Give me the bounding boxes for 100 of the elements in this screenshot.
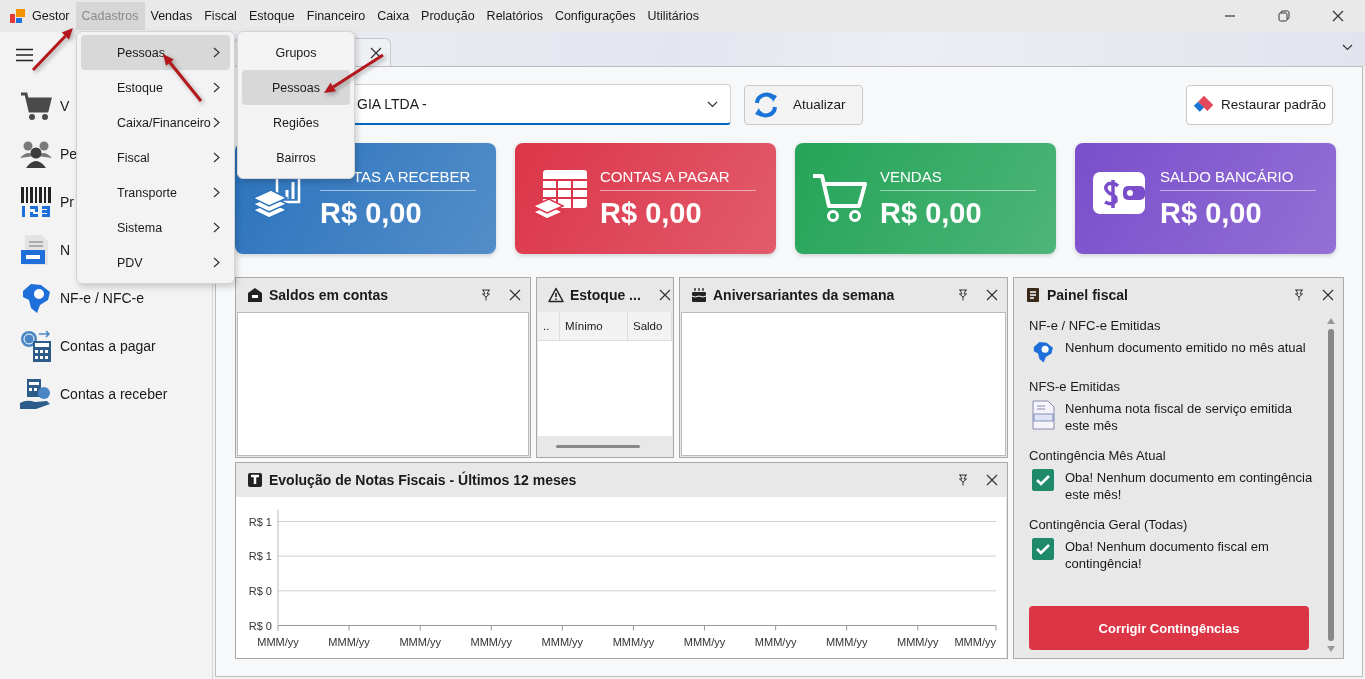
hand-calculator-icon: [19, 377, 53, 411]
menu-item[interactable]: Configurações: [548, 2, 642, 30]
section-heading: NF-e / NFC-e Emitidas: [1029, 318, 1162, 333]
menu-icon[interactable]: [16, 48, 33, 62]
menu-item[interactable]: Produção: [415, 2, 481, 30]
panel-title: Saldos em contas: [269, 287, 390, 303]
close-icon[interactable]: [1332, 10, 1344, 22]
app-logo-icon: [10, 8, 25, 24]
document-icon: [1031, 400, 1055, 430]
company-select[interactable]: GIA LTDA -: [355, 84, 731, 125]
status-message: Nenhum documento emitido no mês atual: [1065, 339, 1306, 356]
restore-icon[interactable]: [1278, 10, 1290, 22]
menu-item[interactable]: Utilitários: [641, 2, 705, 30]
sidebar-item[interactable]: Pe: [60, 146, 78, 162]
close-icon[interactable]: [509, 289, 521, 301]
menu-item[interactable]: Sistema: [81, 210, 230, 245]
section-heading: Contingência Geral (Todas): [1029, 517, 1189, 532]
panel-title: Painel fiscal: [1047, 287, 1129, 303]
column-header[interactable]: Mínimo: [560, 312, 628, 340]
sidebar-item[interactable]: Contas a pagar: [60, 338, 156, 354]
pin-icon[interactable]: [958, 289, 968, 301]
chevron-right-icon: [213, 82, 220, 93]
axis-label: MMM/yy: [954, 635, 996, 648]
menu-item[interactable]: Pessoas: [242, 70, 350, 105]
axis-label: R$ 1: [248, 550, 272, 563]
menu-item[interactable]: PDV: [81, 245, 230, 280]
menu-item[interactable]: Regiões: [242, 105, 350, 140]
card-value: R$ 0,00: [600, 196, 703, 230]
close-icon[interactable]: [658, 289, 671, 301]
menu-item[interactable]: Pessoas: [81, 35, 230, 70]
calculator-icon: [19, 329, 53, 363]
axis-label: MMM/yy: [683, 635, 726, 648]
app-name: Gestor: [32, 9, 70, 23]
menu-item[interactable]: Relatórios: [480, 2, 549, 30]
receipt-icon: [1025, 287, 1041, 303]
chevron-right-icon: [213, 117, 220, 128]
menu-item[interactable]: Vendas: [144, 2, 199, 30]
column-header[interactable]: ..: [538, 312, 560, 340]
axis-label: MMM/yy: [470, 635, 513, 648]
axis-label: MMM/yy: [541, 635, 584, 648]
column-header[interactable]: Saldo: [628, 312, 672, 340]
pin-icon[interactable]: [1294, 289, 1304, 301]
card-value: R$ 0,00: [880, 196, 983, 230]
panel-title: Aniversariantes da semana: [713, 287, 896, 303]
refresh-icon: [753, 91, 779, 118]
panel-title: Evolução de Notas Fiscais - Últimos 12 meses: [269, 472, 578, 488]
status-message: Oba! Nenhum documento fiscal em contingência!: [1065, 538, 1270, 572]
card-title: VENDAS: [880, 167, 1036, 191]
sidebar-item[interactable]: Pr: [60, 194, 74, 210]
fix-contingencies-button[interactable]: Corrigir Contingências: [1029, 606, 1309, 650]
sidebar-item[interactable]: V: [60, 98, 70, 114]
axis-label: MMM/yy: [897, 635, 939, 648]
menu-item[interactable]: Estoque: [81, 70, 230, 105]
chevron-down-icon[interactable]: [1342, 44, 1353, 51]
chevron-right-icon: [213, 47, 220, 58]
annotation-arrow: [31, 28, 73, 72]
close-icon[interactable]: [1322, 289, 1334, 301]
axis-label: MMM/yy: [328, 635, 370, 648]
chevron-right-icon: [213, 187, 220, 198]
close-icon[interactable]: [986, 474, 998, 486]
axis-label: MMM/yy: [257, 635, 299, 648]
card-title: CONTAS A PAGAR: [600, 167, 756, 191]
status-message: Nenhuma nota fiscal de serviço emitida este mês: [1065, 400, 1293, 434]
annotation-arrow: [163, 54, 203, 102]
refresh-button[interactable]: Atualizar: [744, 84, 863, 125]
map-icon: [1031, 339, 1055, 365]
chevron-right-icon: [213, 257, 220, 268]
bank-icon: [247, 287, 263, 303]
menu-item[interactable]: Financeiro: [300, 2, 372, 30]
menu-item[interactable]: Grupos: [242, 35, 350, 70]
card-value: R$ 0,00: [1160, 196, 1263, 230]
panel-title: Estoque ...: [570, 287, 641, 303]
axis-label: R$ 0: [248, 584, 272, 597]
chevron-right-icon: [213, 152, 220, 163]
chevron-down-icon: [707, 100, 718, 108]
menu-item[interactable]: Fiscal: [81, 140, 230, 175]
pin-icon[interactable]: [958, 474, 968, 486]
axis-label: R$ 1: [248, 515, 272, 528]
status-message: Oba! Nenhum documento em contingência este mês!: [1065, 469, 1314, 503]
warning-icon: [548, 287, 564, 303]
restore-default-button[interactable]: Restaurar padrão: [1186, 84, 1333, 125]
chevron-right-icon: [213, 222, 220, 233]
sidebar-item[interactable]: Contas a receber: [60, 386, 168, 402]
axis-label: MMM/yy: [399, 635, 441, 648]
annotation-arrow: [324, 53, 384, 93]
section-heading: NFS-e Emitidas: [1029, 379, 1122, 394]
menu-item[interactable]: Caixa/Financeiro: [81, 105, 230, 140]
card-title: SALDO BANCÁRIO: [1160, 167, 1316, 191]
close-icon[interactable]: [986, 289, 998, 301]
pin-icon[interactable]: [481, 289, 491, 301]
menu-item[interactable]: Estoque: [242, 2, 301, 30]
tab-close-icon[interactable]: [370, 46, 382, 59]
axis-label: MMM/yy: [754, 635, 797, 648]
menu-item[interactable]: Caixa: [371, 2, 416, 30]
barcode-icon: [19, 185, 53, 219]
menu-item[interactable]: Fiscal: [198, 2, 243, 30]
sidebar-item[interactable]: NF-e / NFC-e: [60, 290, 144, 306]
menu-item[interactable]: Transporte: [81, 175, 230, 210]
axis-label: MMM/yy: [825, 635, 868, 648]
sidebar-item[interactable]: N: [60, 242, 71, 258]
